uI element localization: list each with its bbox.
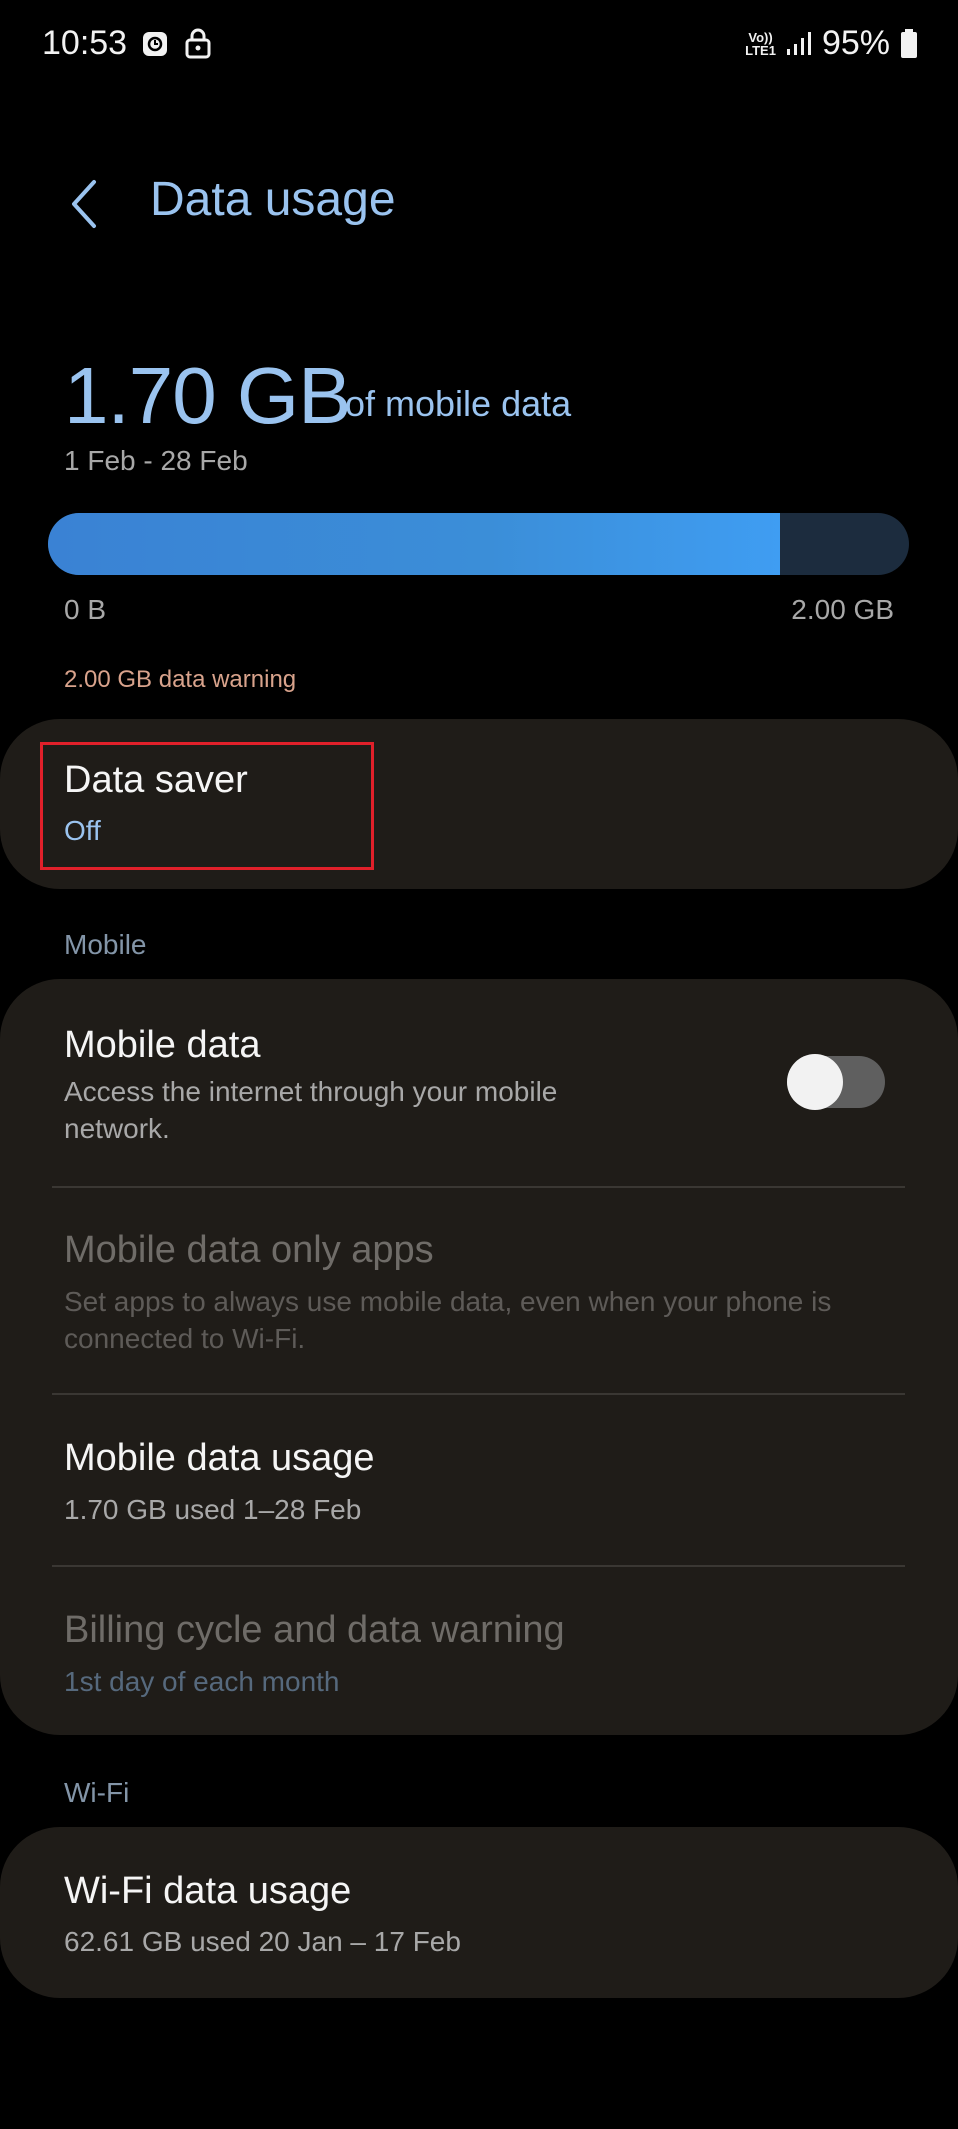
section-label-wifi: Wi-Fi [64,1777,130,1808]
billing-cycle-item[interactable]: Billing cycle and data warning 1st day o… [0,1567,958,1732]
battery-icon [901,28,917,58]
status-right-group: Vo)) LTE1 95% [745,24,918,63]
data-warning-label: 2.00 GB data warning [64,666,297,693]
toggle-knob [787,1054,843,1110]
billing-cycle-description: 1st day of each month [64,1666,340,1697]
volte-label: Vo)) [748,29,773,45]
mobile-data-only-apps-description: Set apps to always use mobile data, even… [64,1286,832,1354]
usage-period: 1 Feb - 28 Feb [64,445,248,476]
chevron-left-icon[interactable] [62,174,106,234]
mobile-data-only-apps-title: Mobile data only apps [64,1229,434,1271]
highlight-box [40,742,374,870]
usage-amount: 1.70 GB [64,351,352,440]
lte-label: LTE1 [745,42,776,58]
alarm-icon [143,32,167,56]
status-bar: 10:53 Vo)) LTE1 95% [0,0,958,90]
app-header: Data usage [0,160,958,240]
signal-icon [786,31,811,55]
progress-max-label: 2.00 GB [791,594,894,625]
volte-lte-icon: Vo)) LTE1 [745,31,776,57]
battery-percent: 95% [821,24,890,62]
usage-progress-fill [48,513,780,575]
usage-suffix: of mobile data [345,383,572,424]
page-title: Data usage [150,173,396,226]
progress-min-label: 0 B [64,594,107,625]
wifi-data-usage-item[interactable]: Wi-Fi data usage 62.61 GB used 20 Jan – … [0,1827,958,1998]
mobile-data-title: Mobile data [64,1024,261,1066]
mobile-data-usage-title: Mobile data usage [64,1437,375,1479]
wifi-data-usage-description: 62.61 GB used 20 Jan – 17 Feb [64,1926,461,1957]
lock-icon [185,28,211,59]
billing-cycle-title: Billing cycle and data warning [64,1609,565,1651]
mobile-data-toggle[interactable] [787,1054,885,1110]
wifi-data-usage-title: Wi-Fi data usage [64,1870,352,1912]
mobile-data-usage-description: 1.70 GB used 1–28 Feb [64,1494,362,1525]
mobile-data-only-apps-item[interactable]: Mobile data only apps Set apps to always… [0,1188,958,1393]
mobile-data-usage-item[interactable]: Mobile data usage 1.70 GB used 1–28 Feb [0,1395,958,1565]
section-label-mobile: Mobile [64,929,147,960]
status-time: 10:53 [42,24,128,62]
usage-progress-bar [48,513,909,575]
mobile-data-description: Access the internet through your mobile … [64,1076,558,1144]
